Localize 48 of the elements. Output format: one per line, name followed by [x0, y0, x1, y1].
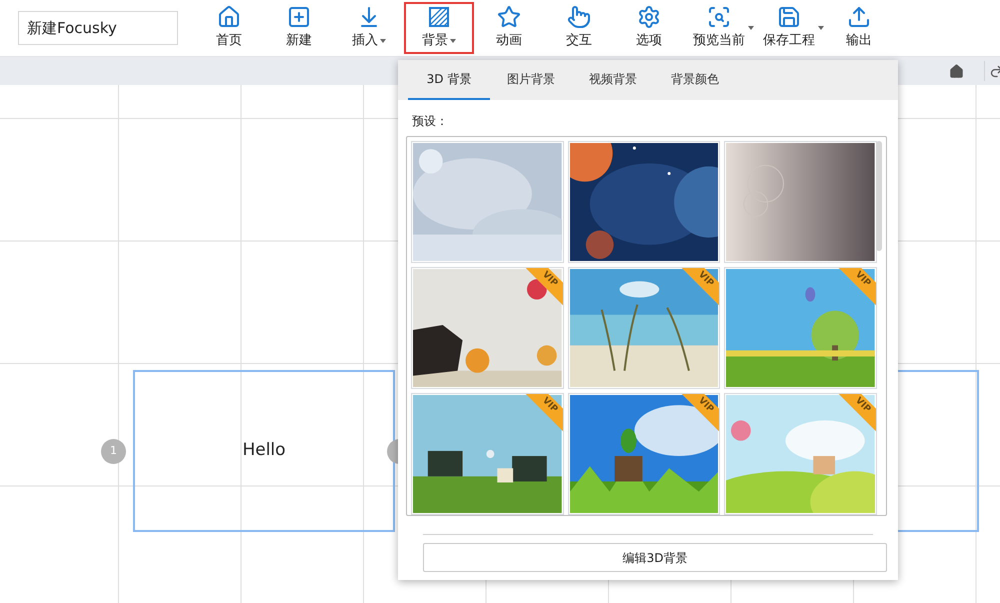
toolbar-button[interactable]: 背景: [404, 2, 474, 54]
vip-label: VIP: [852, 395, 873, 417]
background-thumbnail[interactable]: VIP: [724, 393, 877, 515]
toolbar-button[interactable]: 动画: [474, 2, 544, 54]
toolbar-button[interactable]: 保存工程: [754, 2, 824, 54]
save-icon: [777, 5, 801, 30]
pointer-icon: [567, 5, 591, 30]
vip-label: VIP: [538, 395, 560, 417]
background-thumbnail[interactable]: VIP: [568, 267, 720, 389]
tab[interactable]: 视频背景: [572, 60, 654, 100]
toolbar-button[interactable]: 插入: [334, 2, 404, 54]
toolbar-button[interactable]: 选项: [614, 2, 684, 54]
section-label: 预设：: [412, 113, 448, 130]
background-thumbnail[interactable]: VIP: [568, 393, 720, 515]
home-icon: [217, 5, 241, 30]
slide-text: Hello: [242, 439, 286, 462]
background-thumbnail[interactable]: VIP: [724, 267, 877, 389]
slide-frame[interactable]: Hello: [133, 370, 395, 532]
caret-icon: [450, 39, 456, 43]
caret-icon: [380, 39, 386, 43]
caret-icon: [818, 26, 824, 30]
vip-label: VIP: [852, 269, 873, 291]
slide-number-badge: 1: [101, 439, 126, 464]
vip-label: VIP: [695, 395, 716, 417]
export-icon: [847, 5, 871, 30]
toolbar-button[interactable]: 首页: [194, 2, 264, 54]
toolbar-button[interactable]: 交互: [544, 2, 614, 54]
hatched-square-icon: [427, 5, 451, 30]
toolbar-button[interactable]: 输出: [824, 2, 894, 54]
vip-label: VIP: [695, 269, 716, 291]
tab[interactable]: 3D 背景: [408, 60, 490, 100]
background-thumbnail[interactable]: VIP: [411, 267, 564, 389]
redo-icon[interactable]: [989, 64, 1000, 78]
tab[interactable]: 背景颜色: [654, 60, 736, 100]
tab[interactable]: 图片背景: [490, 60, 572, 100]
edit-3d-background-button[interactable]: 编辑3D背景: [423, 543, 887, 572]
toolbar-button[interactable]: 预览当前: [684, 2, 754, 54]
vip-label: VIP: [538, 269, 560, 291]
star-icon: [497, 5, 521, 30]
preview-icon: [707, 5, 731, 30]
toolbar-button[interactable]: 新建: [264, 2, 334, 54]
square-plus-icon: [287, 5, 311, 30]
home-icon[interactable]: [949, 64, 964, 78]
caret-icon: [748, 26, 754, 30]
scrollbar-thumb[interactable]: [876, 141, 882, 251]
background-thumbnail[interactable]: VIP: [411, 393, 564, 515]
project-name-field[interactable]: 新建Focusky: [18, 11, 178, 45]
settings-icon: [637, 5, 661, 30]
